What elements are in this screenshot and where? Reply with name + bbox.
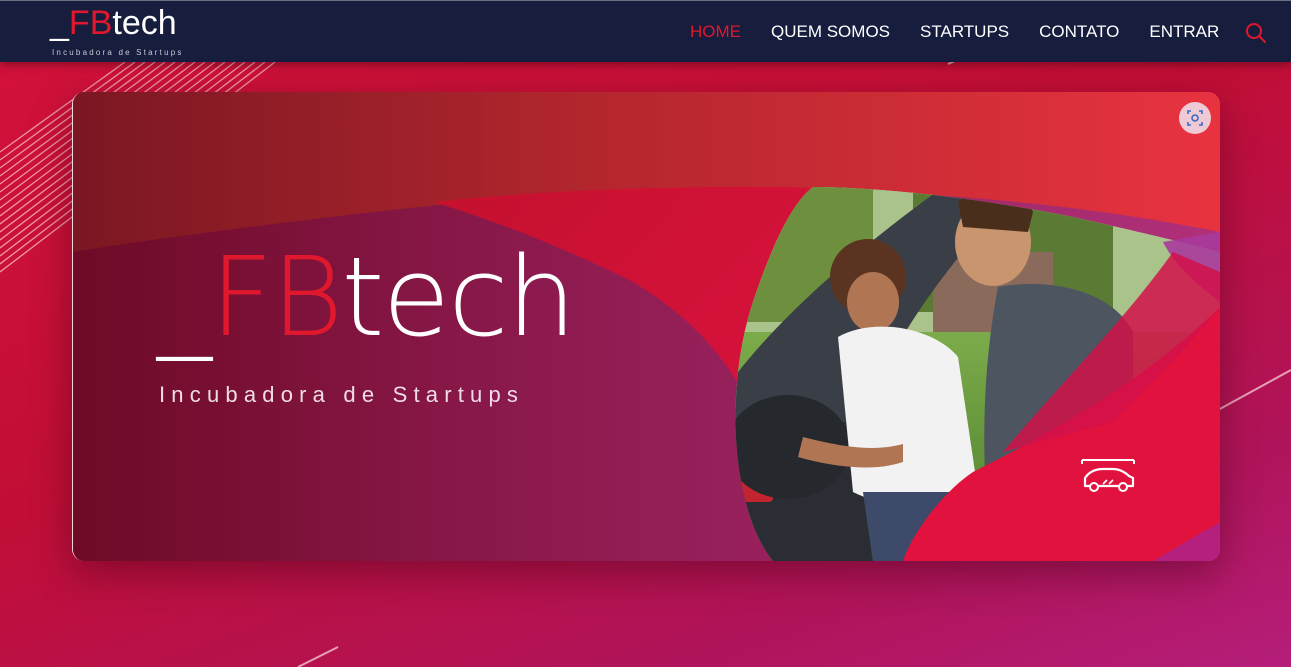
site-logo[interactable]: _FBtech Incubadora de Startups (50, 3, 200, 61)
logo-tagline: Incubadora de Startups (52, 48, 184, 57)
nav-startups[interactable]: STARTUPS (920, 22, 1009, 42)
nav-contato[interactable]: CONTATO (1039, 22, 1119, 42)
banner-title: _FBtech (157, 233, 576, 361)
nav-home[interactable]: HOME (690, 22, 741, 42)
hero-banner: _FBtech Incubadora de Startups (72, 92, 1220, 561)
top-navbar: _FBtech Incubadora de Startups HOME QUEM… (0, 0, 1291, 62)
search-icon[interactable] (1244, 21, 1268, 45)
visual-search-icon[interactable] (1179, 102, 1211, 134)
banner-subtitle: Incubadora de Startups (159, 382, 525, 407)
logo-wordmark: _FBtech (50, 4, 177, 42)
car-icon (1079, 456, 1137, 496)
main-nav: HOME QUEM SOMOS STARTUPS CONTATO ENTRAR (690, 1, 1249, 63)
nav-entrar[interactable]: ENTRAR (1149, 22, 1219, 42)
nav-quem-somos[interactable]: QUEM SOMOS (771, 22, 890, 42)
